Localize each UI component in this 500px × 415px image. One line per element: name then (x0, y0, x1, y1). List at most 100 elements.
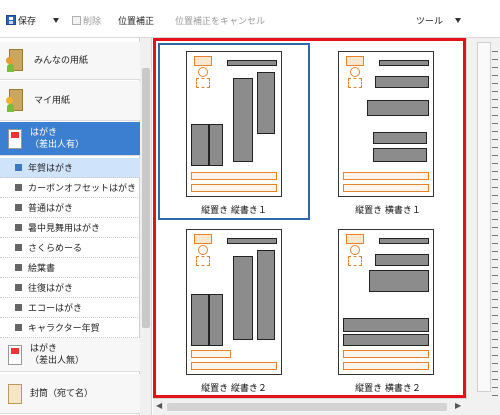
postcard-preview (338, 229, 434, 375)
address-block (375, 254, 429, 266)
bullet-icon (15, 244, 22, 251)
bullet-icon (15, 304, 22, 311)
category-label: みんなの用紙 (34, 55, 89, 66)
item-label: 普通はがき (28, 204, 74, 214)
name-block (233, 78, 253, 162)
name-block (233, 256, 253, 340)
item-label: エコーはがき (28, 304, 83, 314)
template-tile-vertical-horizontal-2[interactable]: 縦置き 横書き２ (312, 221, 464, 398)
postcard-preview (338, 51, 434, 197)
bullet-icon (15, 164, 22, 171)
sidebar-item-carbon-offset-postcard[interactable]: カーボンオフセットはがき (0, 178, 140, 198)
sender-block (209, 294, 223, 346)
sender-postal-row (343, 172, 429, 180)
delete-button[interactable]: 削除 (72, 13, 101, 27)
category-label: マイ用紙 (34, 95, 71, 106)
sidebar-item-summer-greeting-postcard[interactable]: 暑中見舞用はがき (0, 218, 140, 238)
envelope-icon (8, 383, 22, 404)
postcard-preview (186, 51, 282, 197)
sidebar-item-sakura-mail[interactable]: さくらめーる (0, 238, 140, 258)
template-tile-vertical-horizontal-1[interactable]: 縦置き 横書き１ (312, 43, 464, 220)
sender-postal-row (191, 172, 277, 180)
bullet-icon (15, 224, 22, 231)
tools-menu-button[interactable]: ツール (416, 13, 462, 27)
sender-postal-row (191, 350, 231, 358)
sidebar-item-echo-postcard[interactable]: エコーはがき (0, 298, 140, 318)
sender-block (191, 124, 209, 166)
sidebar-scrollbar-thumb[interactable] (142, 68, 150, 328)
name-block (367, 100, 429, 116)
scrollbar-corner (466, 400, 500, 415)
bullet-icon (15, 264, 22, 271)
position-fix-button[interactable]: 位置補正 (118, 13, 154, 27)
ruler-ticks (492, 51, 498, 396)
person-folder-icon (6, 88, 26, 113)
sidebar-item-new-year-postcard[interactable]: 年賀はがき (0, 158, 140, 178)
toolbar: 保存 削除 位置補正 位置補正をキャンセル ツール (0, 0, 500, 38)
save-button[interactable]: 保存 (6, 13, 36, 27)
template-tile-vertical-vertical-2[interactable]: 縦置き 縦書き２ (158, 221, 310, 398)
sender-block (373, 132, 427, 144)
postal-code-block (227, 238, 277, 244)
sender-postal-row (343, 350, 429, 358)
postal-code-block (379, 238, 429, 244)
stamp-icon (191, 234, 215, 268)
sidebar-item-regular-postcard[interactable]: 普通はがき (0, 198, 140, 218)
item-label: さくらめーる (28, 244, 83, 254)
chevron-down-icon (53, 17, 59, 23)
postcard-preview (186, 229, 282, 375)
people-folder-icon (6, 48, 26, 73)
sidebar-category-postcard-no-sender[interactable]: はがき （差出人無） (0, 338, 140, 372)
item-label: 年賀はがき (28, 164, 74, 174)
sender-postal-row (191, 362, 277, 370)
sidebar-category-postcard-with-sender[interactable]: はがき （差出人有） (0, 122, 140, 156)
sender-block (343, 318, 429, 332)
cancel-position-fix-button[interactable]: 位置補正をキャンセル (175, 13, 265, 27)
template-tile-vertical-vertical-1[interactable]: 縦置き 縦書き１ (158, 43, 310, 220)
address-block (257, 250, 275, 340)
sender-postal-row (343, 184, 429, 192)
cancel-fix-label: 位置補正をキャンセル (175, 16, 266, 27)
scroll-right-icon[interactable]: ▶ (455, 401, 461, 410)
sender-postal-row (343, 362, 429, 370)
category-label: はがき （差出人無） (30, 343, 85, 366)
sidebar-item-return-postcard[interactable]: 往復はがき (0, 278, 140, 298)
template-grid-horizontal-scrollbar[interactable]: ◀ ▶ (153, 398, 466, 415)
postal-code-block (379, 60, 429, 66)
item-label: 絵葉書 (28, 264, 56, 274)
sidebar-item-picture-postcard[interactable]: 絵葉書 (0, 258, 140, 278)
sidebar-category-envelope-address[interactable]: 封筒（宛て名） (0, 374, 140, 414)
chevron-down-icon (455, 17, 462, 23)
stamp-icon (191, 56, 215, 90)
sender-block (209, 124, 223, 166)
position-fix-label: 位置補正 (118, 16, 155, 27)
address-block (257, 72, 275, 134)
template-label: 縦置き 縦書き１ (201, 206, 267, 216)
item-label: キャラクター年賀 (28, 324, 100, 334)
sender-block (191, 294, 209, 346)
vertical-scrollbar-thumb[interactable] (477, 42, 498, 396)
bullet-icon (15, 184, 22, 191)
stamp-icon (343, 234, 367, 268)
stamp-icon (343, 56, 367, 90)
sidebar-item-character-new-year[interactable]: キャラクター年賀 (0, 318, 140, 338)
scroll-left-icon[interactable]: ◀ (156, 401, 162, 410)
name-block (369, 270, 429, 292)
sidebar-category-everyone-paper[interactable]: みんなの用紙 (0, 42, 140, 80)
horizontal-scrollbar-thumb[interactable] (167, 403, 447, 411)
template-grid: 縦置き 縦書き１ 縦置き 横書き１ 縦置き 縦書き２ 縦置き 横書き２ (153, 38, 466, 398)
save-icon (6, 15, 16, 25)
sender-postal-row (191, 184, 277, 192)
template-grid-vertical-scrollbar[interactable] (466, 38, 500, 400)
template-label: 縦置き 縦書き２ (201, 384, 267, 394)
bullet-icon (15, 204, 22, 211)
sidebar-category-my-paper[interactable]: マイ用紙 (0, 81, 140, 121)
item-label: 暑中見舞用はがき (28, 224, 101, 234)
sender-block (343, 334, 429, 346)
sidebar-scrollbar[interactable] (140, 38, 152, 415)
delete-label: 削除 (83, 16, 102, 27)
sender-block (373, 148, 427, 162)
save-dropdown-button[interactable] (53, 13, 59, 27)
template-label: 縦置き 横書き１ (355, 206, 421, 216)
save-label: 保存 (18, 16, 37, 27)
